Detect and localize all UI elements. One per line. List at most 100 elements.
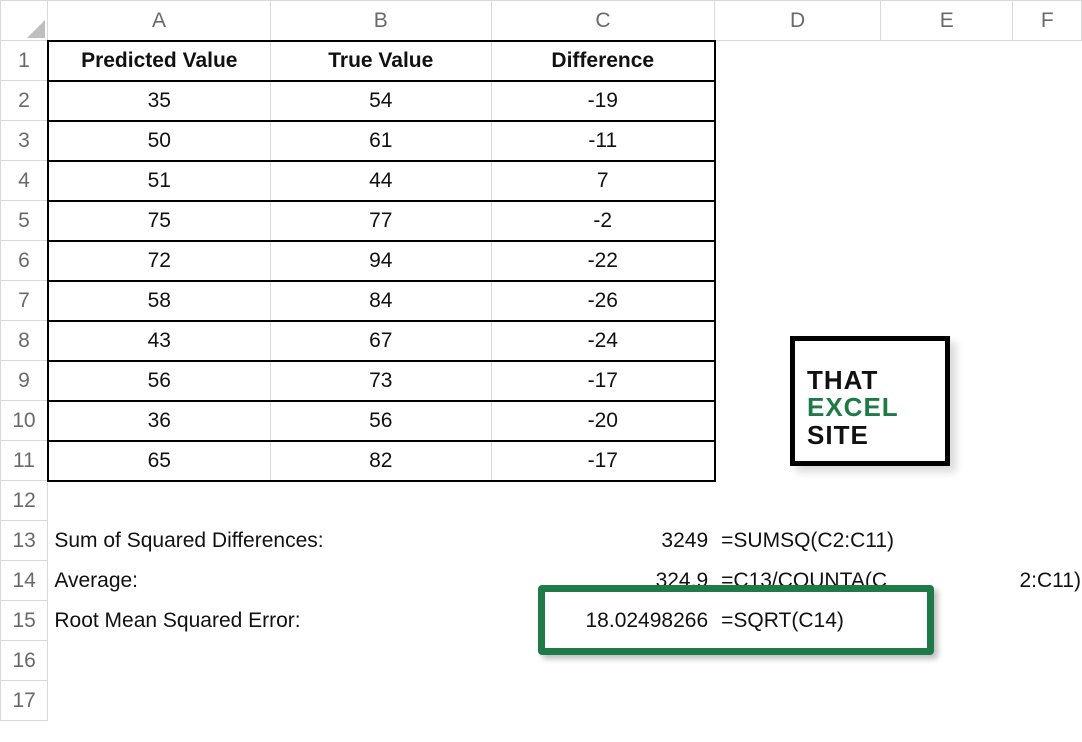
- cell-F17[interactable]: [1013, 681, 1082, 721]
- cell-E12[interactable]: [881, 481, 1013, 521]
- cell-C17[interactable]: [491, 681, 714, 721]
- row-header-9[interactable]: 9: [1, 361, 48, 401]
- cell-C11[interactable]: -17: [491, 441, 714, 481]
- row-header-16[interactable]: 16: [1, 641, 48, 681]
- cell-F12[interactable]: [1013, 481, 1082, 521]
- cell-F6[interactable]: [1013, 241, 1082, 281]
- row-header-17[interactable]: 17: [1, 681, 48, 721]
- cell-D2[interactable]: [715, 81, 881, 121]
- cell-A7[interactable]: 58: [48, 281, 270, 321]
- cell-A12[interactable]: [48, 481, 270, 521]
- cell-B8[interactable]: 67: [270, 321, 491, 361]
- cell-C14[interactable]: 324.9: [491, 561, 714, 601]
- col-header-C[interactable]: C: [491, 1, 714, 41]
- cell-A10[interactable]: 36: [48, 401, 270, 441]
- row-header-12[interactable]: 12: [1, 481, 48, 521]
- row-header-7[interactable]: 7: [1, 281, 48, 321]
- cell-C16[interactable]: [491, 641, 714, 681]
- row-header-10[interactable]: 10: [1, 401, 48, 441]
- cell-A3[interactable]: 50: [48, 121, 270, 161]
- cell-C5[interactable]: -2: [491, 201, 714, 241]
- cell-B9[interactable]: 73: [270, 361, 491, 401]
- row-header-13[interactable]: 13: [1, 521, 48, 561]
- cell-D12[interactable]: [715, 481, 881, 521]
- cell-F4[interactable]: [1013, 161, 1082, 201]
- cell-F2[interactable]: [1013, 81, 1082, 121]
- cell-B7[interactable]: 84: [270, 281, 491, 321]
- select-all-corner[interactable]: [1, 1, 48, 41]
- cell-D5[interactable]: [715, 201, 881, 241]
- cell-F9[interactable]: [1013, 361, 1082, 401]
- cell-A6[interactable]: 72: [48, 241, 270, 281]
- cell-B1[interactable]: True Value: [270, 41, 491, 81]
- cell-C13[interactable]: 3249: [491, 521, 714, 561]
- row-header-1[interactable]: 1: [1, 41, 48, 81]
- col-header-B[interactable]: B: [270, 1, 491, 41]
- cell-D3[interactable]: [715, 121, 881, 161]
- col-header-F[interactable]: F: [1013, 1, 1082, 41]
- col-header-E[interactable]: E: [881, 1, 1013, 41]
- cell-E16[interactable]: [881, 641, 1013, 681]
- cell-B6[interactable]: 94: [270, 241, 491, 281]
- cell-B5[interactable]: 77: [270, 201, 491, 241]
- cell-C1[interactable]: Difference: [491, 41, 714, 81]
- row-header-8[interactable]: 8: [1, 321, 48, 361]
- cell-E6[interactable]: [881, 241, 1013, 281]
- cell-F14[interactable]: 2:C11): [1013, 561, 1082, 601]
- cell-B16[interactable]: [270, 641, 491, 681]
- cell-F8[interactable]: [1013, 321, 1082, 361]
- cell-A1[interactable]: Predicted Value: [48, 41, 270, 81]
- row-header-6[interactable]: 6: [1, 241, 48, 281]
- cell-B10[interactable]: 56: [270, 401, 491, 441]
- cell-C4[interactable]: 7: [491, 161, 714, 201]
- cell-C2[interactable]: -19: [491, 81, 714, 121]
- row-header-2[interactable]: 2: [1, 81, 48, 121]
- cell-A11[interactable]: 65: [48, 441, 270, 481]
- row-header-11[interactable]: 11: [1, 441, 48, 481]
- cell-F16[interactable]: [1013, 641, 1082, 681]
- cell-E2[interactable]: [881, 81, 1013, 121]
- cell-B2[interactable]: 54: [270, 81, 491, 121]
- cell-D6[interactable]: [715, 241, 881, 281]
- cell-B17[interactable]: [270, 681, 491, 721]
- col-header-A[interactable]: A: [48, 1, 270, 41]
- cell-E7[interactable]: [881, 281, 1013, 321]
- cell-F10[interactable]: [1013, 401, 1082, 441]
- col-header-D[interactable]: D: [715, 1, 881, 41]
- row-header-4[interactable]: 4: [1, 161, 48, 201]
- cell-C12[interactable]: [491, 481, 714, 521]
- cell-C3[interactable]: -11: [491, 121, 714, 161]
- cell-B4[interactable]: 44: [270, 161, 491, 201]
- cell-D7[interactable]: [715, 281, 881, 321]
- cell-E3[interactable]: [881, 121, 1013, 161]
- cell-C9[interactable]: -17: [491, 361, 714, 401]
- cell-F3[interactable]: [1013, 121, 1082, 161]
- cell-A16[interactable]: [48, 641, 270, 681]
- cell-F1[interactable]: [1013, 41, 1082, 81]
- cell-A14[interactable]: Average:: [48, 561, 492, 601]
- cell-B11[interactable]: 82: [270, 441, 491, 481]
- cell-D17[interactable]: [715, 681, 881, 721]
- cell-D4[interactable]: [715, 161, 881, 201]
- cell-A5[interactable]: 75: [48, 201, 270, 241]
- row-header-3[interactable]: 3: [1, 121, 48, 161]
- cell-F5[interactable]: [1013, 201, 1082, 241]
- cell-E17[interactable]: [881, 681, 1013, 721]
- cell-F11[interactable]: [1013, 441, 1082, 481]
- cell-B12[interactable]: [270, 481, 491, 521]
- cell-A15[interactable]: Root Mean Squared Error:: [48, 601, 492, 641]
- cell-C6[interactable]: -22: [491, 241, 714, 281]
- cell-D16[interactable]: [715, 641, 881, 681]
- cell-D1[interactable]: [715, 41, 881, 81]
- row-header-15[interactable]: 15: [1, 601, 48, 641]
- cell-C10[interactable]: -20: [491, 401, 714, 441]
- row-header-14[interactable]: 14: [1, 561, 48, 601]
- cell-D14[interactable]: =C13/COUNTA(C: [715, 561, 1013, 601]
- cell-C15[interactable]: 18.02498266: [491, 601, 714, 641]
- cell-C8[interactable]: -24: [491, 321, 714, 361]
- cell-D15[interactable]: =SQRT(C14): [715, 601, 1082, 641]
- cell-A4[interactable]: 51: [48, 161, 270, 201]
- cell-F7[interactable]: [1013, 281, 1082, 321]
- cell-E1[interactable]: [881, 41, 1013, 81]
- cell-C7[interactable]: -26: [491, 281, 714, 321]
